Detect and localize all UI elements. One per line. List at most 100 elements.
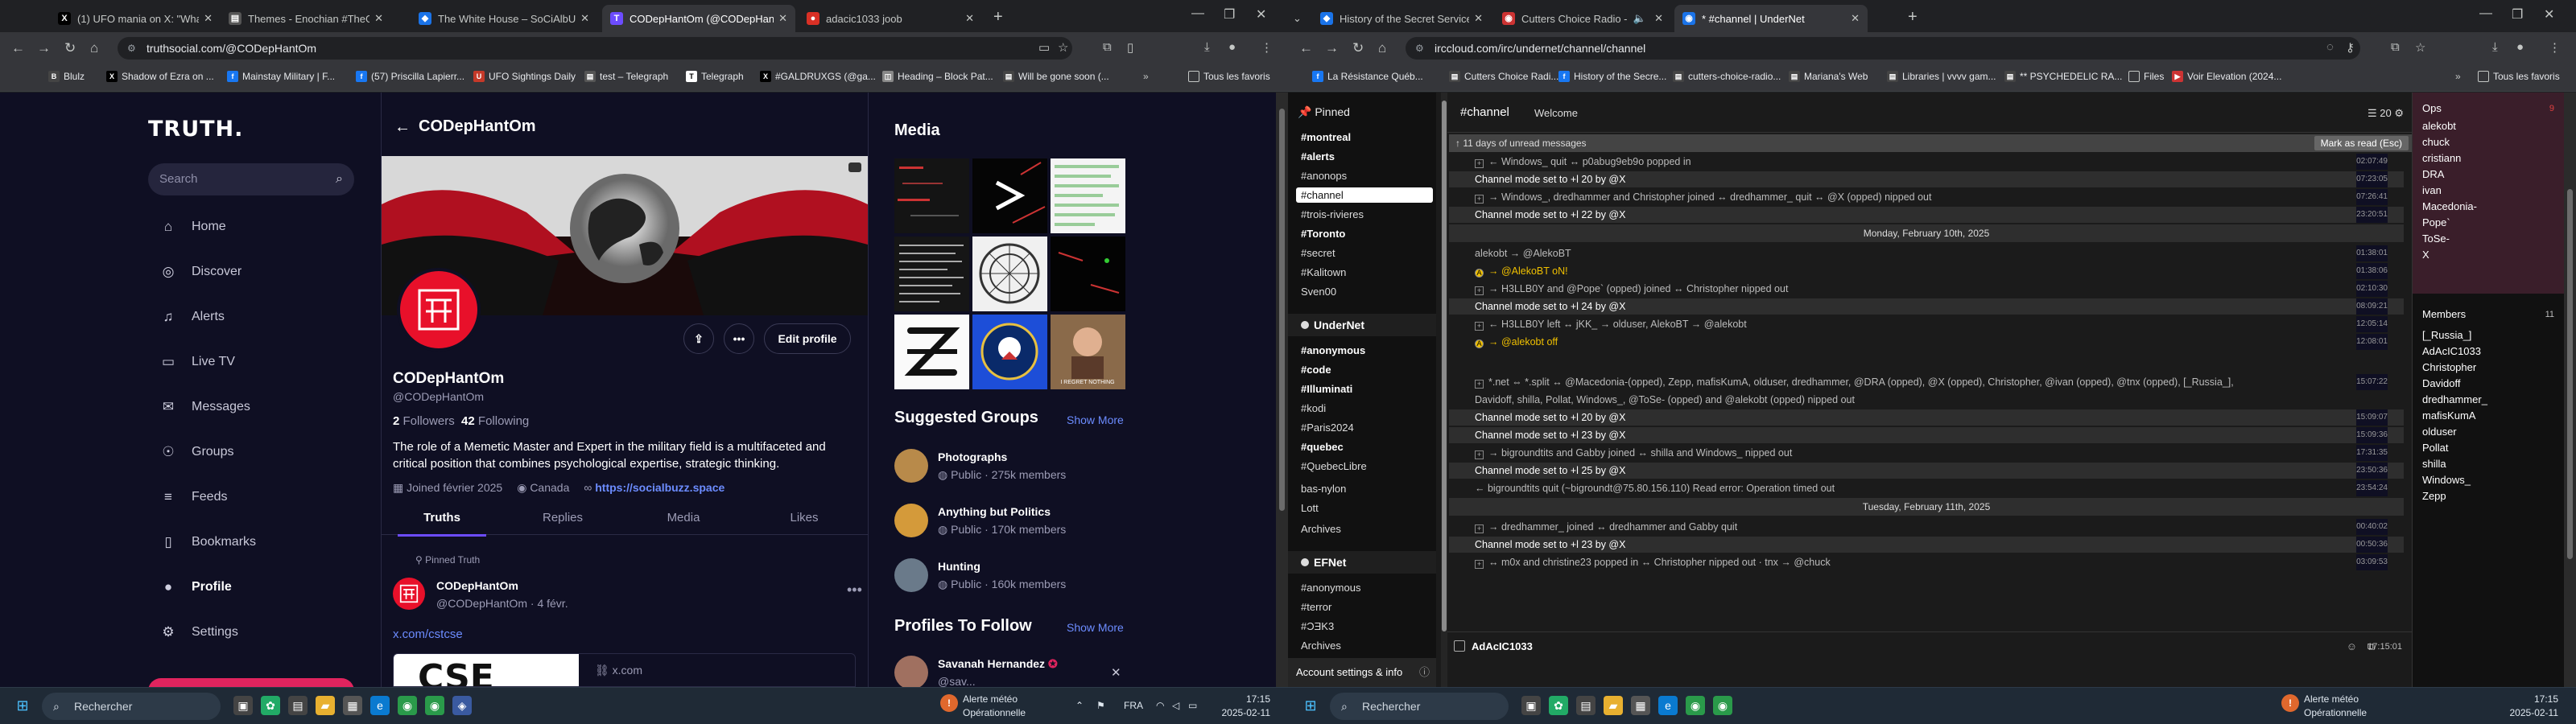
close-icon[interactable]: ✕ <box>1654 12 1663 25</box>
tray-chevron-icon[interactable]: ⌃ <box>1075 700 1084 711</box>
archives-item[interactable]: Archives <box>1301 640 1341 656</box>
battery-icon[interactable]: ▭ <box>1188 700 1197 711</box>
expand-icon[interactable]: + <box>1475 195 1484 204</box>
groups-show-more-link[interactable]: Show More <box>1067 413 1124 426</box>
address-bar[interactable]: ⚙ truthsocial.com/@CODepHantOm <box>118 37 1072 60</box>
expand-icon[interactable]: + <box>1475 524 1484 533</box>
files-icon[interactable]: ▤ <box>288 696 308 715</box>
website-link[interactable]: https://socialbuzz.space <box>595 481 724 494</box>
truth-logo[interactable]: TRUTH. <box>148 117 243 142</box>
clock[interactable]: 17:15 2025-02-11 <box>2494 693 2559 720</box>
download-icon[interactable]: ⤓ <box>1204 40 1210 54</box>
bookmark[interactable]: ▤ test – Telegraph <box>584 71 668 82</box>
op-user[interactable]: cristiann <box>2422 152 2461 164</box>
expand-icon[interactable]: + <box>1475 322 1484 331</box>
taskbar-search[interactable]: ⌕ Rechercher <box>42 693 221 720</box>
expand-icon[interactable]: + <box>1475 286 1484 295</box>
browser-tab[interactable]: ◆ History of the Secret Service | F ✕ <box>1312 5 1491 32</box>
page-scrollbar[interactable] <box>2564 93 2576 687</box>
bookmark[interactable]: f (57) Priscilla Lapierr... <box>356 71 464 82</box>
key-icon[interactable]: ⚷ <box>2346 40 2355 55</box>
emoji-icon[interactable]: ☺ <box>2347 640 2357 652</box>
network-header[interactable]: EFNet <box>1288 551 1436 574</box>
browser-tab[interactable]: ▤ Themes - Enochian #TheGame ✕ <box>221 5 391 32</box>
channel-item[interactable]: #quebec <box>1301 441 1344 453</box>
user-count[interactable]: ☰ 20 ⚙ <box>2368 107 2404 120</box>
address-bar[interactable]: ⚙ irccloud.com/irc/undernet/channel/chann… <box>1406 37 2360 60</box>
reload-icon[interactable]: ↻ <box>1352 40 1364 56</box>
channel-item[interactable]: #montreal <box>1301 131 1351 143</box>
start-icon[interactable]: ⊞ <box>13 696 32 715</box>
message-input[interactable]: AdAcIC1033 ☺ ⧉ 17:15:01 <box>1447 631 2413 660</box>
tab-likes[interactable]: Likes <box>744 511 865 524</box>
truth-button[interactable] <box>148 678 354 687</box>
back-icon[interactable]: ← <box>1299 40 1313 56</box>
expand-icon[interactable]: + <box>1475 450 1484 459</box>
bookmark[interactable]: ▤ Cutters Choice Radi... <box>1449 71 1558 82</box>
browser-tab[interactable]: ● adacic1033 joob ✕ <box>799 5 982 32</box>
download-icon[interactable]: ⤓ <box>2492 40 2498 54</box>
channel-item[interactable]: #kodi <box>1301 402 1326 414</box>
bookmark[interactable]: ▶ Voir Elevation (2024... <box>2172 71 2281 82</box>
mark-as-read-button[interactable]: Mark as read (Esc) <box>2314 136 2409 150</box>
minimize-icon[interactable]: — <box>2479 6 2492 21</box>
taskbar-search[interactable]: ⌕ Rechercher <box>1330 693 1509 720</box>
channel-item[interactable]: bas-nylon <box>1301 483 1346 495</box>
close-icon[interactable]: ✕ <box>965 12 974 25</box>
new-tab-button[interactable]: + <box>993 8 1003 27</box>
upload-icon[interactable] <box>1454 640 1465 652</box>
bookmark[interactable]: ▤ Mariana's Web <box>1789 71 1868 82</box>
media-thumb[interactable] <box>894 315 969 389</box>
bookmarks-folder[interactable]: Tous les favoris <box>2478 71 2560 82</box>
chrome-icon[interactable]: ◉ <box>425 696 444 715</box>
channel-item[interactable]: #anonymous <box>1301 582 1360 594</box>
bookmark[interactable]: Files <box>2128 71 2164 82</box>
op-user[interactable]: Pope` <box>2422 216 2450 228</box>
channel-item[interactable]: #ƆƎK3 <box>1301 620 1334 632</box>
app-icon[interactable]: ▦ <box>343 696 362 715</box>
search-icon[interactable]: ⌕ <box>336 163 343 195</box>
close-window-icon[interactable]: ✕ <box>2544 6 2554 23</box>
bookmark[interactable]: f Mainstay Military | F... <box>227 71 335 82</box>
expand-icon[interactable]: + <box>1475 560 1484 569</box>
link-preview-card[interactable]: CSE ⛓ x.com <box>393 653 856 687</box>
channel-item[interactable]: #secret <box>1301 247 1335 259</box>
bookmark[interactable]: B Blulz <box>48 71 85 82</box>
tab-media[interactable]: Media <box>623 511 744 524</box>
weather-widget[interactable]: ! Alerte météo Opérationnelle <box>940 693 1026 720</box>
nav-profile[interactable]: ● Profile <box>159 575 232 599</box>
follow-show-more-link[interactable]: Show More <box>1067 621 1124 634</box>
expand-icon[interactable]: + <box>1475 380 1484 389</box>
post-author[interactable]: CODepHantOm <box>436 579 518 592</box>
tab-search-icon[interactable]: ⌄ <box>1288 5 1309 32</box>
bookmark[interactable]: T Telegraph <box>686 71 744 82</box>
member-user[interactable]: Pollat <box>2422 442 2449 454</box>
browser-tab-active[interactable]: ◉ * #channel | UnderNet ✕ <box>1674 5 1868 32</box>
nav-settings[interactable]: ⚙ Settings <box>159 620 237 644</box>
explorer-icon[interactable]: ▰ <box>316 696 335 715</box>
followers-link[interactable]: 2 Followers <box>393 414 455 428</box>
archives-item[interactable]: Archives <box>1301 523 1341 535</box>
channel-item[interactable]: #Paris2024 <box>1301 422 1354 434</box>
bookmark[interactable]: ▤ cutters-choice-radio... <box>1673 71 1781 82</box>
media-thumb[interactable] <box>1051 158 1125 233</box>
bookmark[interactable]: ▤ Will be gone soon (... <box>1003 71 1109 82</box>
edge-icon[interactable]: e <box>1658 696 1678 715</box>
back-icon[interactable]: ← <box>11 40 25 56</box>
media-thumb[interactable] <box>972 315 1047 389</box>
maximize-icon[interactable]: ❐ <box>1224 6 1235 23</box>
wifi-icon[interactable]: ◠ <box>1156 700 1164 711</box>
post-link[interactable]: x.com/cstcse <box>393 627 463 641</box>
weather-widget[interactable]: ! Alerte météo Opérationnelle <box>2281 693 2367 720</box>
profile-avatar[interactable] <box>397 268 481 352</box>
menu-icon[interactable]: ⋮ <box>2549 40 2561 55</box>
taskview-icon[interactable]: ▣ <box>233 696 253 715</box>
files-icon[interactable]: ▤ <box>1576 696 1596 715</box>
op-user[interactable]: alekobt <box>2422 120 2456 132</box>
op-user[interactable]: DRA <box>2422 168 2444 180</box>
scroll-thumb[interactable] <box>1442 101 1447 631</box>
op-user[interactable]: Macedonia- <box>2422 200 2477 212</box>
member-user[interactable]: shilla <box>2422 458 2446 470</box>
bookmark[interactable]: ▤ ** PSYCHEDELIC RA... <box>2004 71 2122 82</box>
bookmark[interactable]: ▤ Libraries | vvvv gam... <box>1887 71 1996 82</box>
